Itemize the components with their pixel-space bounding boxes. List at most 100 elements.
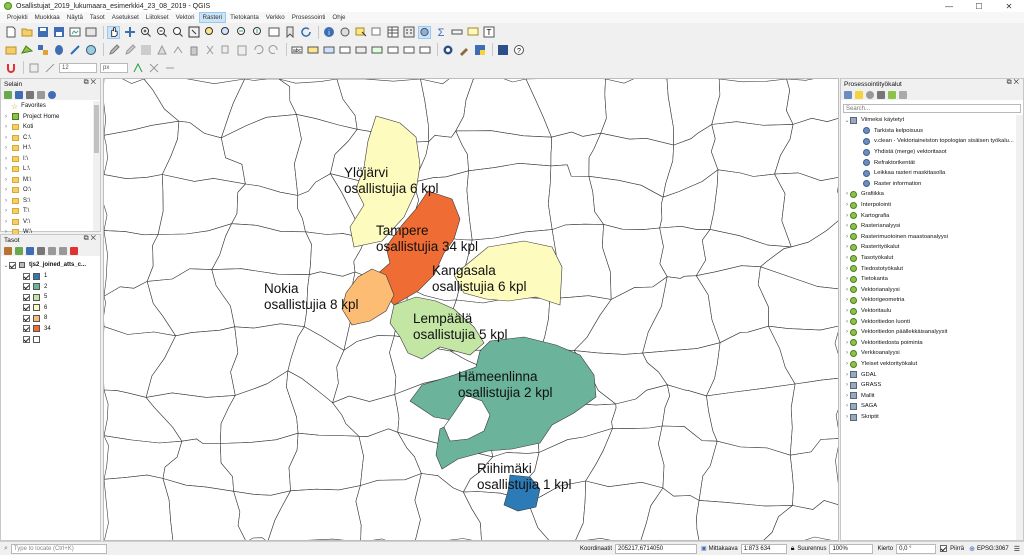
add-feature-icon[interactable]: [155, 43, 168, 56]
scale-select[interactable]: 1:873 634: [740, 543, 787, 554]
maximize-button[interactable]: ☐: [964, 0, 994, 12]
menu-database[interactable]: Tietokanta: [227, 13, 262, 22]
zoom-selection-icon[interactable]: [203, 26, 216, 39]
browser-item[interactable]: › Project Home: [3, 112, 59, 123]
zoom-out-icon[interactable]: [155, 26, 168, 39]
paste-features-icon[interactable]: [235, 43, 248, 56]
redo-icon[interactable]: [267, 43, 280, 56]
help-contents-icon[interactable]: ?: [512, 43, 525, 56]
properties-icon[interactable]: [48, 90, 56, 99]
legend-item[interactable]: [23, 334, 44, 345]
menu-help[interactable]: Ohje: [329, 13, 348, 22]
menu-plugins[interactable]: Liitokset: [143, 13, 172, 22]
processing-item[interactable]: › GDAL: [844, 369, 877, 380]
processing-search-input[interactable]: Search...: [843, 104, 1021, 113]
legend-item[interactable]: 2: [23, 282, 47, 293]
field-calculator-icon[interactable]: [402, 26, 415, 39]
undo-icon[interactable]: [251, 43, 264, 56]
rotation-input[interactable]: 0,0 °: [896, 543, 937, 554]
zoom-native-icon[interactable]: [171, 26, 184, 39]
select-features-icon[interactable]: [354, 26, 367, 39]
panel-float-close-icon[interactable]: ⧉✕: [84, 79, 98, 87]
snapping-tolerance-input[interactable]: 12: [59, 62, 97, 73]
expand-arrow-icon[interactable]: ›: [3, 198, 9, 204]
legend-checkbox[interactable]: [23, 293, 30, 301]
snap-vertex-icon[interactable]: [43, 61, 56, 74]
processing-item[interactable]: › Rasterianalyysi: [844, 221, 900, 232]
browser-item[interactable]: › O:\: [3, 185, 31, 196]
vertex-tool-icon[interactable]: [171, 43, 184, 56]
browser-item[interactable]: › V:\: [3, 217, 30, 228]
cut-features-icon[interactable]: [203, 43, 216, 56]
identify-icon[interactable]: i: [322, 26, 335, 39]
remove-layer-icon[interactable]: [70, 246, 78, 255]
rotate-label-icon[interactable]: [402, 43, 415, 56]
processing-item[interactable]: › Tasotyökalut: [844, 253, 893, 264]
processing-item[interactable]: › Skriptit: [844, 412, 879, 423]
add-raster-layer-icon[interactable]: [36, 43, 49, 56]
statistics-icon[interactable]: Σ: [434, 26, 447, 39]
processing-item[interactable]: › Tiedostotyökalut: [844, 263, 903, 274]
current-edits-icon[interactable]: [123, 43, 136, 56]
pin-labels-icon[interactable]: [354, 43, 367, 56]
menu-project[interactable]: Projekti: [4, 13, 31, 22]
filter-icon[interactable]: [26, 90, 34, 99]
add-vector-layer-icon[interactable]: [20, 43, 33, 56]
filter-legend-icon[interactable]: [37, 246, 45, 255]
zoom-full-icon[interactable]: [187, 26, 200, 39]
toggle-editing-icon[interactable]: [107, 43, 120, 56]
layer-row[interactable]: ⌄ tjs2_joined_atts_c...: [3, 260, 86, 271]
expand-all-icon[interactable]: [48, 246, 56, 255]
legend-item[interactable]: 34: [23, 324, 51, 335]
add-postgis-layer-icon[interactable]: [52, 43, 65, 56]
legend-item[interactable]: 5: [23, 292, 47, 303]
models-icon[interactable]: [844, 90, 852, 99]
processing-item[interactable]: Yhdistä (merge) vektoritasot: [863, 147, 947, 158]
browser-item[interactable]: › M:\: [3, 175, 31, 186]
menu-layer[interactable]: Tasot: [87, 13, 108, 22]
processing-item[interactable]: › Grafiikka: [844, 189, 884, 200]
show-hide-labels-icon[interactable]: [370, 43, 383, 56]
run-feature-action-icon[interactable]: [338, 26, 351, 39]
expand-arrow-icon[interactable]: ›: [3, 124, 9, 130]
plugin-globe-icon[interactable]: [441, 43, 454, 56]
python-console-icon[interactable]: [496, 43, 509, 56]
save-edits-icon[interactable]: [139, 43, 152, 56]
bookmark-icon[interactable]: [283, 26, 296, 39]
legend-item[interactable]: 1: [23, 271, 47, 282]
label-toolbar-icon[interactable]: abc: [290, 43, 303, 56]
snapping-magnet-icon[interactable]: [4, 61, 17, 74]
menu-vector[interactable]: Vektori: [173, 13, 198, 22]
processing-item[interactable]: › Kartografia: [844, 210, 889, 221]
processing-item[interactable]: › Vektoritiedon luonti: [844, 316, 910, 327]
processing-item[interactable]: › Verkkoanalyysi: [844, 348, 900, 359]
processing-item[interactable]: › SAGA: [844, 401, 877, 412]
layer-labeling-icon[interactable]: [306, 43, 319, 56]
scripts-icon[interactable]: [855, 90, 863, 99]
data-source-manager-icon[interactable]: [4, 43, 17, 56]
render-checkbox[interactable]: [940, 545, 948, 552]
copy-features-icon[interactable]: [219, 43, 232, 56]
browser-item[interactable]: › C:\: [3, 133, 31, 144]
measure-icon[interactable]: [450, 26, 463, 39]
menu-raster[interactable]: Rasteri: [198, 12, 227, 23]
layer-diagram-icon[interactable]: [322, 43, 335, 56]
plugin-tool-icon[interactable]: [457, 43, 470, 56]
add-spatialite-layer-icon[interactable]: [68, 43, 81, 56]
expand-arrow-icon[interactable]: ›: [3, 166, 9, 172]
messages-icon[interactable]: ☰: [1014, 545, 1020, 553]
plugin-python-icon[interactable]: [473, 43, 486, 56]
expand-arrow-icon[interactable]: ›: [3, 177, 9, 183]
collapse-all-icon[interactable]: [37, 90, 45, 99]
processing-item[interactable]: Leikkaa rasteri maskitasolla: [863, 168, 945, 179]
intersection-snap-icon[interactable]: [147, 61, 160, 74]
new-project-icon[interactable]: [4, 26, 17, 39]
processing-item[interactable]: Tarkista kelpoisuus: [863, 126, 923, 137]
style-manager-icon[interactable]: [4, 246, 12, 255]
add-group-icon[interactable]: [15, 246, 23, 255]
history-icon[interactable]: [866, 90, 874, 99]
browser-item[interactable]: › T:\: [3, 206, 29, 217]
map-canvas[interactable]: Ylöjärvi osallistujia 6 kpl Tampere osalli…: [103, 78, 839, 541]
processing-item[interactable]: › Rasterimuotoinen maastoanalyysi: [844, 232, 948, 243]
browser-item[interactable]: › Koti: [3, 122, 33, 133]
